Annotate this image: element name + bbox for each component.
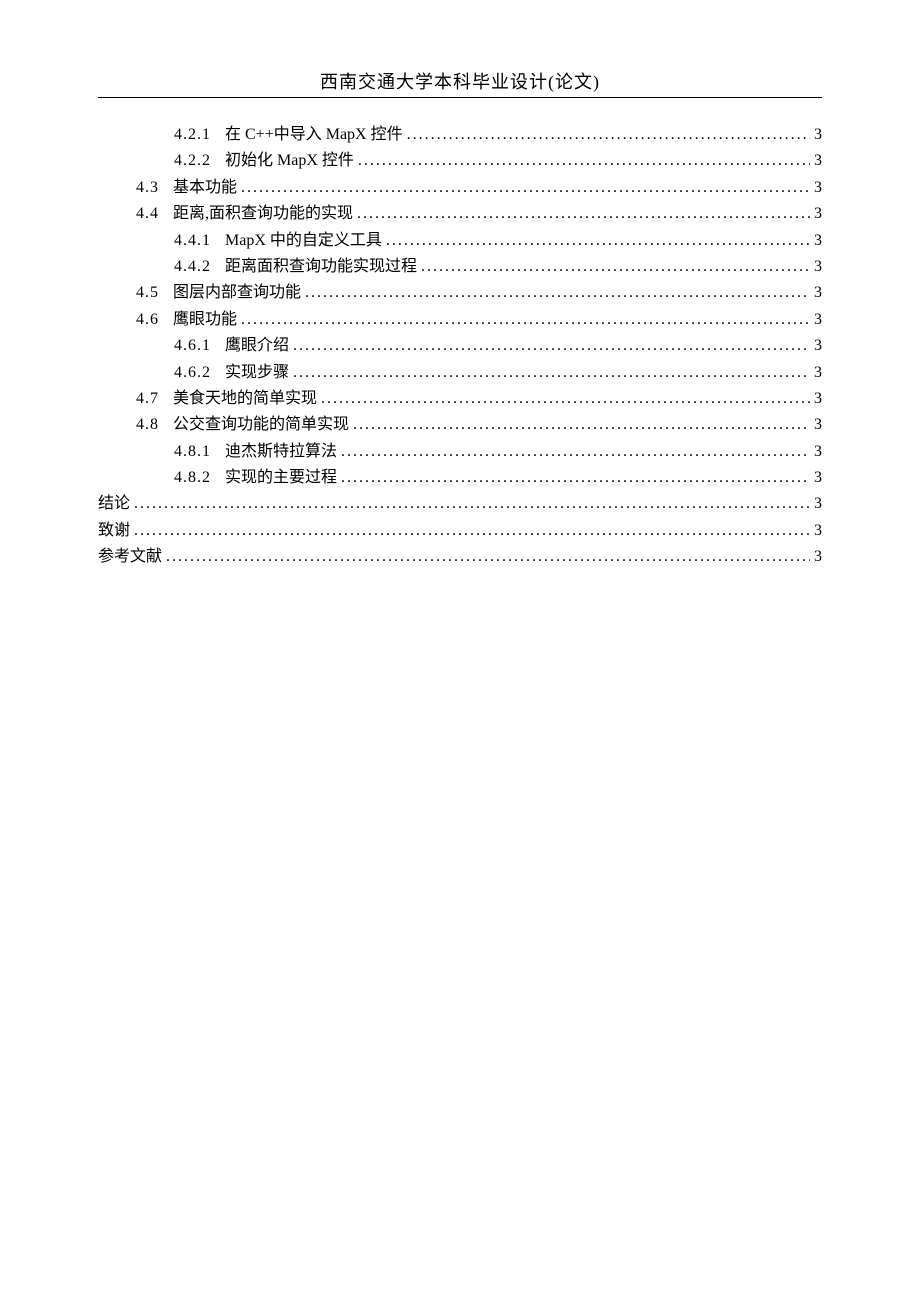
toc-entry-page: 3 <box>814 360 822 386</box>
toc-entry-number: 4.8.1 <box>174 439 211 465</box>
toc-leader-dots <box>341 439 810 465</box>
toc-entry: 4.4.1 MapX 中的自定义工具 3 <box>98 228 822 254</box>
page-header-title: 西南交通大学本科毕业设计(论文) <box>98 68 822 94</box>
toc-leader-dots <box>341 465 810 491</box>
toc-entry: 4.2.1 在 C++中导入 MapX 控件 3 <box>98 122 822 148</box>
toc-leader-dots <box>166 544 810 570</box>
toc-entry-text: 距离面积查询功能实现过程 <box>225 254 417 280</box>
toc-entry-text: 美食天地的简单实现 <box>173 386 317 412</box>
toc-entry-page: 3 <box>814 412 822 438</box>
toc-leader-dots <box>321 386 810 412</box>
toc-entry: 4.8.1 迪杰斯特拉算法 3 <box>98 439 822 465</box>
toc-entry-text: 参考文献 <box>98 544 162 570</box>
toc-entry-text: 图层内部查询功能 <box>173 280 301 306</box>
toc-entry-text: 实现的主要过程 <box>225 465 337 491</box>
toc-entry-page: 3 <box>814 148 822 174</box>
toc-entry: 致谢 3 <box>98 518 822 544</box>
toc-entry-text: 鹰眼介绍 <box>225 333 289 359</box>
toc-entry-number: 4.4 <box>136 201 159 227</box>
toc-leader-dots <box>134 518 810 544</box>
toc-entry-text: 实现步骤 <box>225 360 289 386</box>
toc-leader-dots <box>386 228 810 254</box>
toc-entry-page: 3 <box>814 333 822 359</box>
toc-entry-page: 3 <box>814 465 822 491</box>
toc-entry-text: 公交查询功能的简单实现 <box>173 412 349 438</box>
toc-entry-text: 基本功能 <box>173 175 237 201</box>
toc-leader-dots <box>358 148 810 174</box>
toc-entry: 4.6.2 实现步骤 3 <box>98 360 822 386</box>
toc-entry-page: 3 <box>814 544 822 570</box>
toc-entry: 4.4 距离,面积查询功能的实现 3 <box>98 201 822 227</box>
toc-entry-number: 4.5 <box>136 280 159 306</box>
toc-entry-page: 3 <box>814 122 822 148</box>
document-page: 西南交通大学本科毕业设计(论文) 4.2.1在 C++中导入 MapX 控件34… <box>0 0 920 571</box>
toc-leader-dots <box>134 491 810 517</box>
toc-entry-number: 4.6 <box>136 307 159 333</box>
toc-leader-dots <box>293 333 810 359</box>
toc-entry-text: 结论 <box>98 491 130 517</box>
toc-entry-page: 3 <box>814 386 822 412</box>
toc-entry-page: 3 <box>814 228 822 254</box>
toc-entry: 4.5 图层内部查询功能 3 <box>98 280 822 306</box>
toc-entry-page: 3 <box>814 201 822 227</box>
toc-entry: 参考文献 3 <box>98 544 822 570</box>
toc-entry-page: 3 <box>814 518 822 544</box>
toc-leader-dots <box>293 360 810 386</box>
toc-entry-text: 鹰眼功能 <box>173 307 237 333</box>
toc-entry-text: 在 C++中导入 MapX 控件 <box>225 122 403 148</box>
toc-entry-number: 4.2.1 <box>174 122 211 148</box>
toc-entry-number: 4.8.2 <box>174 465 211 491</box>
toc-entry-number: 4.6.1 <box>174 333 211 359</box>
toc-entry: 4.8.2 实现的主要过程 3 <box>98 465 822 491</box>
toc-entry-number: 4.2.2 <box>174 148 211 174</box>
toc-entry: 结论 3 <box>98 491 822 517</box>
toc-leader-dots <box>353 412 810 438</box>
toc-leader-dots <box>305 280 810 306</box>
toc-entry-text: MapX 中的自定义工具 <box>225 228 382 254</box>
toc-leader-dots <box>357 201 810 227</box>
toc-entry-number: 4.7 <box>136 386 159 412</box>
toc-entry: 4.4.2 距离面积查询功能实现过程 3 <box>98 254 822 280</box>
toc-entry: 4.3 基本功能 3 <box>98 175 822 201</box>
toc-entry-page: 3 <box>814 307 822 333</box>
toc-leader-dots <box>241 175 810 201</box>
toc-entry-page: 3 <box>814 254 822 280</box>
toc-entry-number: 4.3 <box>136 175 159 201</box>
toc-entry-number: 4.6.2 <box>174 360 211 386</box>
toc-entry-number: 4.4.1 <box>174 228 211 254</box>
toc-entry-text: 距离,面积查询功能的实现 <box>173 201 353 227</box>
toc-entry-number: 4.4.2 <box>174 254 211 280</box>
toc-entry: 4.6 鹰眼功能 3 <box>98 307 822 333</box>
toc-entry-text: 初始化 MapX 控件 <box>225 148 354 174</box>
header-rule <box>98 97 822 98</box>
toc-entry-text: 迪杰斯特拉算法 <box>225 439 337 465</box>
toc-entry: 4.6.1 鹰眼介绍 3 <box>98 333 822 359</box>
toc-entry-number: 4.8 <box>136 412 159 438</box>
toc-leader-dots <box>407 122 810 148</box>
toc-entry-page: 3 <box>814 280 822 306</box>
table-of-contents: 4.2.1在 C++中导入 MapX 控件34.2.2初始化 MapX 控件34… <box>98 122 822 571</box>
toc-leader-dots <box>241 307 810 333</box>
toc-leader-dots <box>421 254 810 280</box>
toc-entry-page: 3 <box>814 491 822 517</box>
toc-entry: 4.8 公交查询功能的简单实现 3 <box>98 412 822 438</box>
toc-entry: 4.7 美食天地的简单实现 3 <box>98 386 822 412</box>
toc-entry-page: 3 <box>814 175 822 201</box>
toc-entry: 4.2.2 初始化 MapX 控件 3 <box>98 148 822 174</box>
toc-entry-page: 3 <box>814 439 822 465</box>
toc-entry-text: 致谢 <box>98 518 130 544</box>
